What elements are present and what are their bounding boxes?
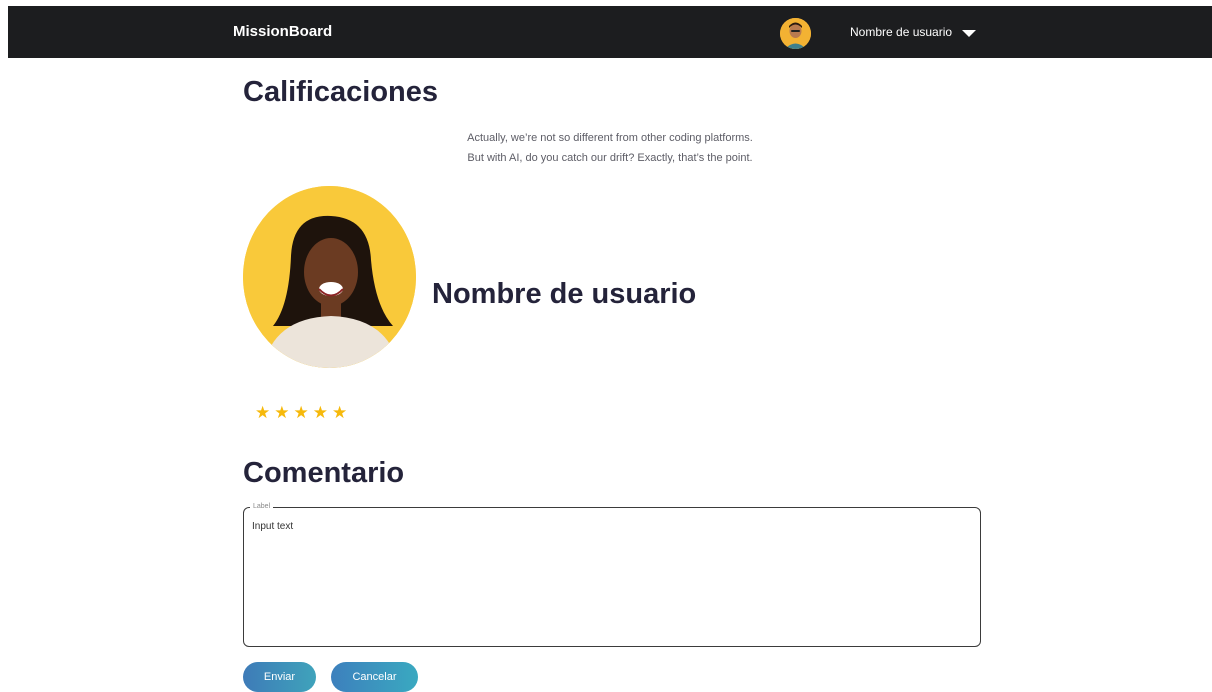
tagline-line-1: Actually, we’re not so different from ot… bbox=[467, 132, 753, 144]
star-icon[interactable]: ★ bbox=[294, 404, 309, 422]
comment-textarea[interactable]: Input text bbox=[252, 521, 972, 639]
nav-avatar[interactable] bbox=[780, 18, 811, 49]
star-icon[interactable]: ★ bbox=[274, 404, 289, 422]
tagline-line-2: But with AI, do you catch our drift? Exa… bbox=[467, 152, 753, 164]
avatar-image bbox=[780, 18, 811, 49]
star-icon[interactable]: ★ bbox=[255, 404, 270, 422]
send-button[interactable]: Enviar bbox=[243, 662, 316, 692]
user-menu-dropdown[interactable]: Nombre de usuario bbox=[850, 16, 977, 48]
page-title: Calificaciones bbox=[243, 76, 439, 108]
caret-down-icon bbox=[962, 29, 977, 37]
star-rating[interactable]: ★ ★ ★ ★ ★ bbox=[255, 404, 347, 422]
profile-photo bbox=[243, 186, 416, 368]
star-icon[interactable]: ★ bbox=[313, 404, 328, 422]
comment-section-title: Comentario bbox=[243, 457, 405, 489]
comment-field-label: Label bbox=[250, 502, 274, 512]
page-tagline: Actually, we’re not so different from ot… bbox=[430, 128, 790, 168]
profile-photo-image bbox=[243, 186, 416, 368]
cancel-button[interactable]: Cancelar bbox=[331, 662, 418, 692]
top-navbar: MissionBoard Nombre de usuario bbox=[8, 6, 1212, 58]
star-icon[interactable]: ★ bbox=[332, 404, 347, 422]
profile-name: Nombre de usuario bbox=[432, 278, 697, 310]
user-menu-name: Nombre de usuario bbox=[850, 25, 953, 39]
brand-logo-text[interactable]: MissionBoard bbox=[233, 23, 332, 40]
comment-field[interactable]: Label Input text bbox=[243, 502, 981, 647]
